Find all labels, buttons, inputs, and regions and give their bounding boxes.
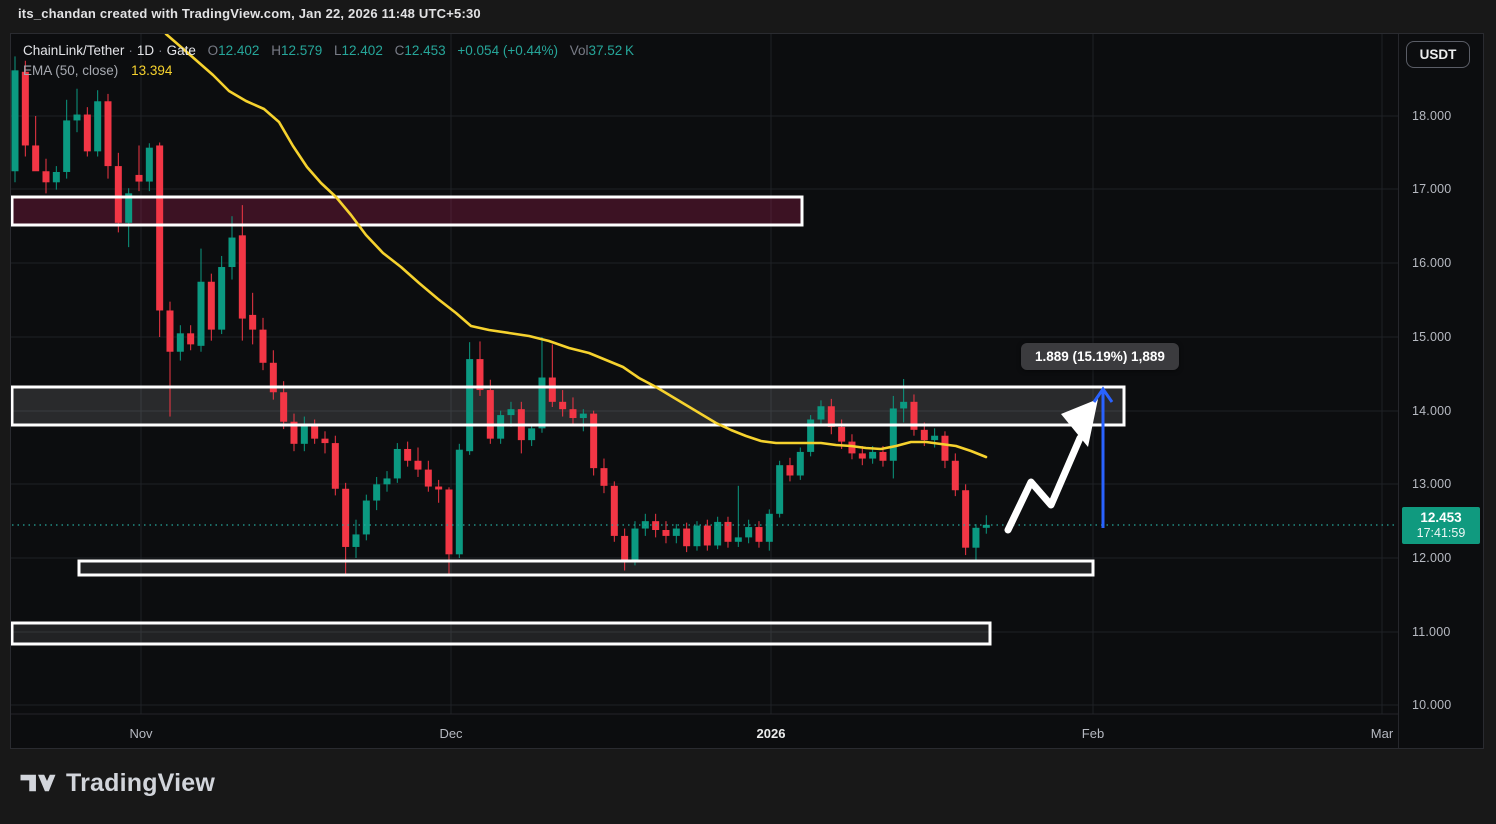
chart-frame: NovDec2026FebMar ChainLink/Tether·1D·Gat… (10, 33, 1484, 749)
price-axis-label: 15.000 (1412, 330, 1451, 344)
price-axis-label: 12.000 (1412, 551, 1451, 565)
price-axis[interactable]: USDT 12.453 17:41:59 18.000 17.000 16.000 1… (1398, 34, 1485, 748)
price-axis-label: 16.000 (1412, 256, 1451, 270)
price-axis-label: 14.000 (1412, 404, 1451, 418)
grid-lines (11, 34, 1399, 714)
zone-fills (12, 197, 1124, 644)
tradingview-logo-text: TradingView (66, 769, 215, 798)
price-axis-label: 10.000 (1412, 698, 1451, 712)
price-axis-label: 13.000 (1412, 477, 1451, 491)
bar-countdown: 17:41:59 (1402, 526, 1480, 541)
chart-pane[interactable]: Nov Dec 2026 Feb Mar (11, 34, 1399, 748)
time-axis[interactable]: Nov Dec 2026 Feb Mar (129, 726, 1393, 741)
attribution-text: its_chandan created with TradingView.com… (18, 6, 481, 21)
measure-tooltip: 1.889 (15.19%) 1,889 (1021, 343, 1179, 370)
svg-text:2026: 2026 (757, 726, 786, 741)
svg-text:Nov: Nov (129, 726, 153, 741)
current-price-tag: 12.453 17:41:59 (1402, 507, 1480, 544)
price-axis-label: 18.000 (1412, 109, 1451, 123)
candlesticks (12, 56, 990, 574)
tradingview-logo-icon (20, 766, 56, 800)
tradingview-snapshot: { "attribution": "its_chandan created wi… (0, 0, 1496, 824)
svg-text:Mar: Mar (1371, 726, 1394, 741)
price-axis-label: 17.000 (1412, 182, 1451, 196)
currency-toggle-button[interactable]: USDT (1406, 41, 1470, 68)
current-price-value: 12.453 (1402, 509, 1480, 526)
svg-text:Feb: Feb (1082, 726, 1104, 741)
price-axis-label: 11.000 (1412, 625, 1451, 639)
tradingview-logo[interactable]: TradingView (20, 766, 215, 800)
svg-text:Dec: Dec (439, 726, 463, 741)
